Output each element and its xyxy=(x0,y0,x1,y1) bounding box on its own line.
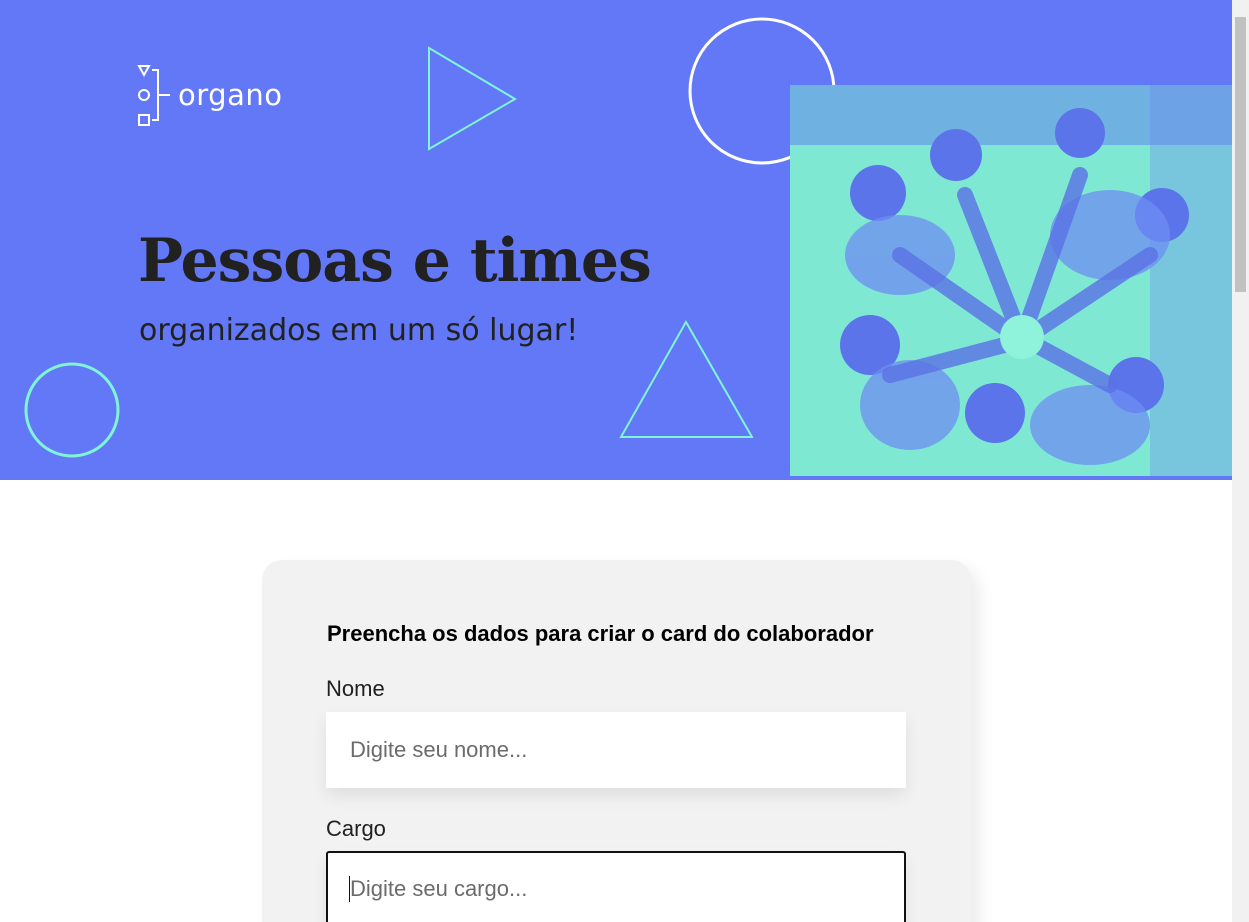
role-label: Cargo xyxy=(326,816,386,841)
scrollbar-thumb[interactable] xyxy=(1235,17,1246,292)
triangle-outline-icon-bottom xyxy=(619,319,754,438)
brand-name: organo xyxy=(178,77,283,112)
brand-logo[interactable]: organo xyxy=(136,62,282,128)
form-title: Preencha os dados para criar o card do c… xyxy=(327,621,874,646)
role-input[interactable] xyxy=(326,851,906,922)
team-hands-photo xyxy=(790,85,1232,476)
page-title: Pessoas e times xyxy=(138,226,652,296)
text-caret xyxy=(349,876,350,902)
page-subtitle: organizados em um só lugar! xyxy=(139,313,579,348)
collaborator-form: Preencha os dados para criar o card do c… xyxy=(262,560,971,922)
circle-outline-icon-left xyxy=(24,362,120,458)
org-chart-logo-icon xyxy=(137,65,170,126)
name-label: Nome xyxy=(326,676,385,701)
name-input[interactable] xyxy=(326,712,906,788)
page-scrollbar[interactable] xyxy=(1232,0,1249,922)
hero-banner: organo Pessoas e times organizados em um… xyxy=(0,0,1232,480)
triangle-outline-icon xyxy=(428,46,517,151)
